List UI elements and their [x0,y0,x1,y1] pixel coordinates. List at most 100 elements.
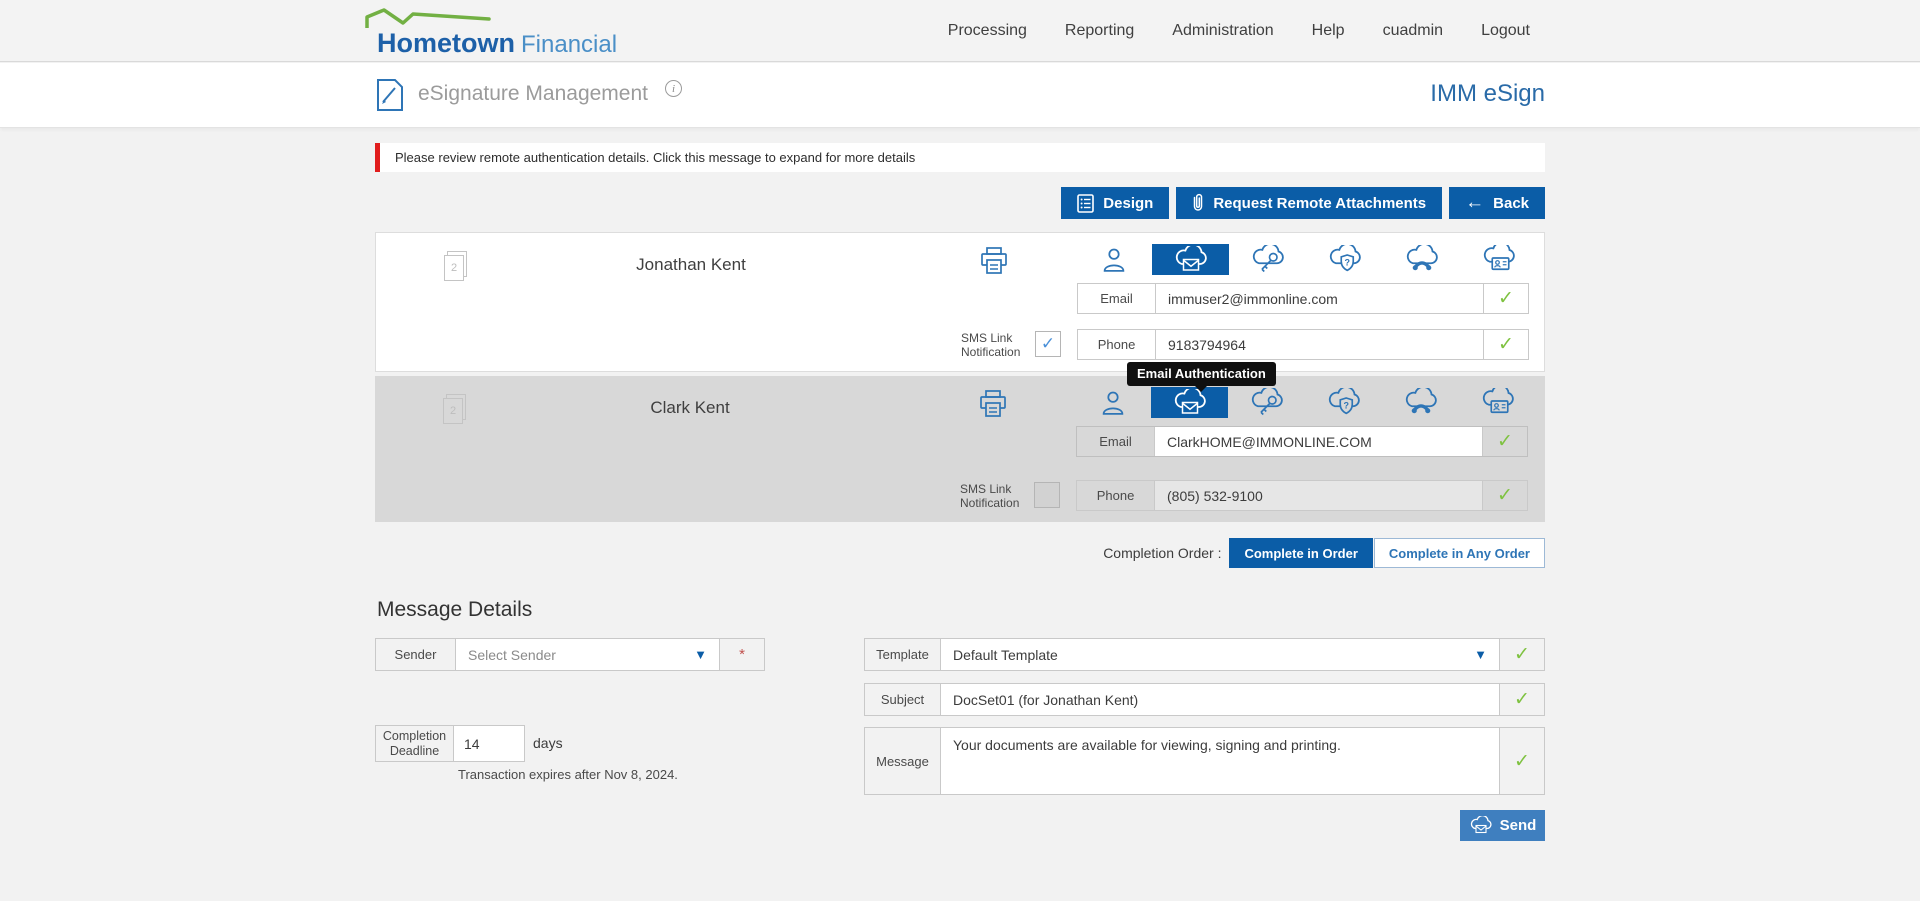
recipient-name: Clark Kent [650,398,730,417]
nav-item-logout[interactable]: Logout [1481,22,1530,40]
email-label: Email [1077,427,1155,456]
nav-item-user-cuadmin[interactable]: cuadmin [1383,22,1443,40]
email-authentication-tooltip: Email Authentication [1127,362,1276,392]
phone-label: Phone [1078,330,1156,359]
phone-valid-check-icon: ✓ [1483,330,1528,359]
send-button-label: Send [1499,817,1537,834]
template-valid-check-icon: ✓ [1499,639,1544,670]
email-field-row: Email ✓ [1077,283,1529,314]
id-verification-icon[interactable] [1460,244,1537,275]
authentication-options: ? [1074,387,1536,418]
main-nav: Processing Reporting Administration Help… [948,0,1530,62]
product-name: IMM eSign [1430,80,1545,107]
template-select[interactable]: Default Template ▼ [941,639,1499,670]
subject-label: Subject [865,684,941,715]
page-count-badge: 2 [443,398,463,424]
chevron-down-icon: ▼ [694,647,707,662]
action-toolbar: Design Request Remote Attachments ← Back [375,187,1545,219]
recipient-row: 2 Clark Kent ? Email ✓ SMS Link Noti [375,376,1545,522]
subject-row: Subject ✓ [864,683,1545,716]
page-count-badge: 2 [444,255,464,281]
password-authentication-icon[interactable] [1229,244,1306,275]
top-header-bar: Hometown Financial Processing Reporting A… [0,0,1920,62]
message-valid-check-icon: ✓ [1499,728,1544,794]
recipient-row: 2 Jonathan Kent ? Email ✓ SMS Link N [375,232,1545,372]
nav-item-help[interactable]: Help [1312,22,1345,40]
esign-document-icon [377,79,403,111]
completion-deadline-label: Completion Deadline [376,726,454,761]
completion-order-label: Completion Order : [1103,545,1222,561]
sms-link-notification-label: SMS Link Notification [961,331,1021,359]
nav-item-processing[interactable]: Processing [948,22,1027,40]
brand-name-primary: Hometown [377,28,515,58]
nav-item-administration[interactable]: Administration [1172,22,1273,40]
document-pages-icon: 2 [444,251,470,283]
recipient-info-icon[interactable] [1074,387,1151,418]
sms-link-notification-checkbox[interactable]: ✓ [1035,331,1061,357]
security-question-icon[interactable]: ? [1306,244,1383,275]
brand-name-secondary: Financial [521,31,618,58]
info-icon[interactable]: i [665,80,682,97]
phone-input[interactable] [1155,481,1482,510]
completion-deadline-input[interactable] [454,726,524,761]
message-row: Message Your documents are available for… [864,727,1545,795]
recipient-info-icon[interactable] [1075,244,1152,275]
template-value: Default Template [953,646,1058,663]
print-icon[interactable] [977,388,1009,420]
email-field-row: Email ✓ [1076,426,1528,457]
request-remote-attachments-button[interactable]: Request Remote Attachments [1176,187,1443,219]
email-label: Email [1078,284,1156,313]
template-row: Template Default Template ▼ ✓ [864,638,1545,671]
password-authentication-icon[interactable] [1228,387,1305,418]
phone-authentication-icon[interactable] [1382,387,1459,418]
back-button[interactable]: ← Back [1449,187,1545,219]
phone-label: Phone [1077,481,1155,510]
phone-authentication-icon[interactable] [1383,244,1460,275]
email-authentication-icon[interactable] [1152,244,1229,275]
authentication-options: ? [1075,244,1537,275]
template-label: Template [865,639,941,670]
phone-input[interactable] [1156,330,1483,359]
phone-valid-check-icon: ✓ [1482,481,1527,510]
email-valid-check-icon: ✓ [1482,427,1527,456]
logo-roof-icon [365,8,491,28]
security-question-icon[interactable]: ? [1305,387,1382,418]
document-pages-icon: 2 [443,394,469,426]
back-button-label: Back [1493,194,1529,212]
svg-text:?: ? [1344,258,1350,268]
subject-input[interactable] [941,684,1499,715]
chevron-down-icon: ▼ [1474,647,1487,662]
print-icon[interactable] [978,245,1010,277]
page-title-bar: eSignature Management i IMM eSign [0,63,1920,128]
message-textarea[interactable]: Your documents are available for viewing… [941,728,1499,794]
complete-in-any-order-button[interactable]: Complete in Any Order [1373,538,1545,568]
deadline-unit-label: days [533,735,563,751]
phone-field-row: Phone ✓ [1076,480,1528,511]
alert-text: Please review remote authentication deta… [395,150,916,165]
completion-order-row: Completion Order : Complete in Order Com… [375,538,1545,568]
email-authentication-icon[interactable] [1151,387,1228,418]
sender-select[interactable]: Select Sender ▼ [456,639,719,670]
email-input[interactable] [1155,427,1482,456]
sender-row: Sender Select Sender ▼ * [375,638,765,671]
design-button-label: Design [1103,194,1154,212]
send-cloud-email-icon [1470,816,1492,834]
email-valid-check-icon: ✓ [1483,284,1528,313]
brand-logo[interactable]: Hometown Financial [365,8,625,58]
nav-item-reporting[interactable]: Reporting [1065,22,1134,40]
required-marker: * [719,639,764,670]
phone-field-row: Phone ✓ [1077,329,1529,360]
send-button[interactable]: Send [1460,810,1545,841]
request-remote-attachments-label: Request Remote Attachments [1213,194,1427,212]
svg-text:?: ? [1343,401,1349,411]
design-button[interactable]: Design [1061,187,1170,219]
id-verification-icon[interactable] [1459,387,1536,418]
sms-link-notification-checkbox[interactable] [1034,482,1060,508]
sender-label: Sender [376,639,456,670]
completion-deadline-row: Completion Deadline [375,725,525,762]
complete-in-order-button[interactable]: Complete in Order [1229,538,1373,568]
recipient-name: Jonathan Kent [636,255,746,274]
sender-placeholder: Select Sender [468,646,556,663]
review-auth-alert[interactable]: Please review remote authentication deta… [375,143,1545,172]
email-input[interactable] [1156,284,1483,313]
